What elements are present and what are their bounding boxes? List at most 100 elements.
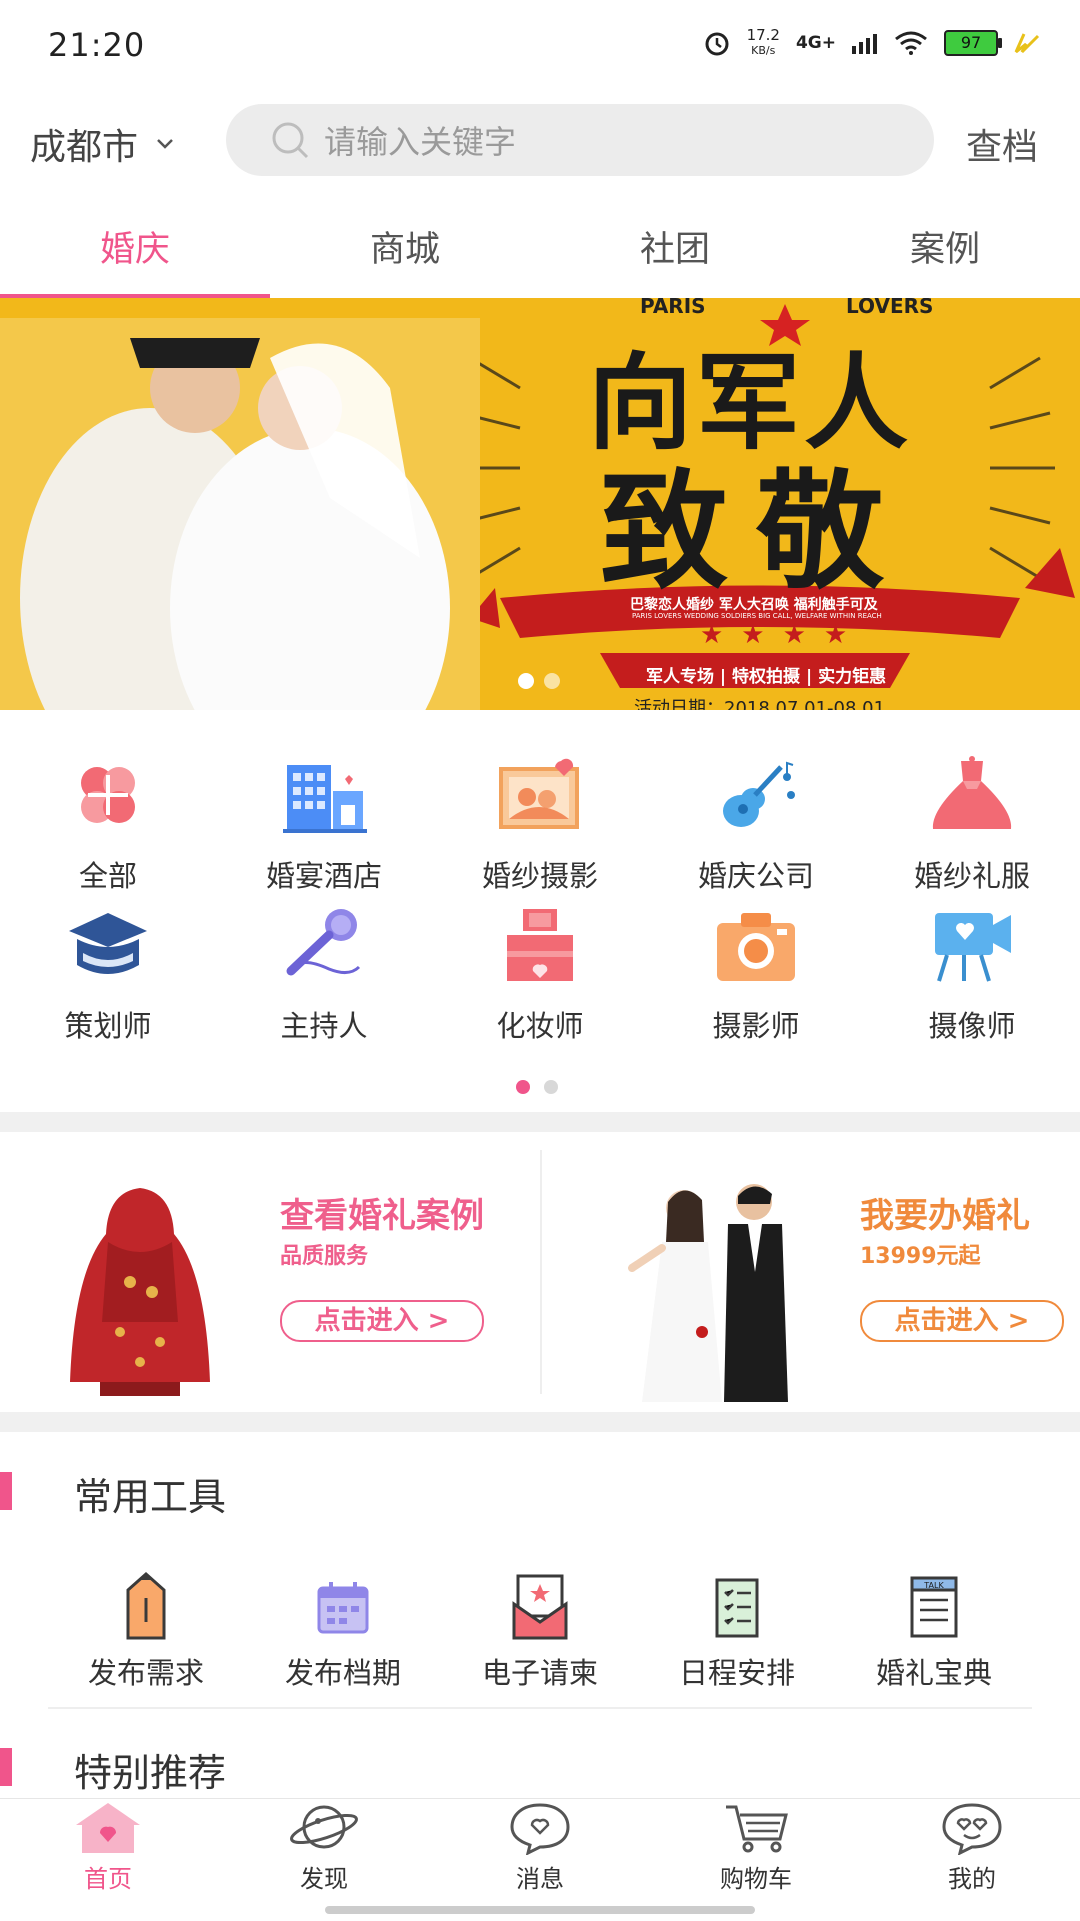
search-bar[interactable]: 请输入关键字 [226, 104, 934, 176]
battery-indicator: 97 [944, 30, 1002, 56]
category-videographer[interactable]: 摄像师 [864, 905, 1080, 1045]
alarm-icon [705, 32, 729, 56]
nav-label: 首页 [84, 1865, 132, 1893]
talk-book-icon: TALK [910, 1576, 958, 1638]
search-placeholder: 请输入关键字 [324, 123, 517, 161]
tool-post-request[interactable]: 发布需求 [46, 1570, 246, 1692]
nav-discover[interactable]: 发现 [216, 1799, 432, 1921]
nav-label: 消息 [516, 1865, 564, 1893]
tool-label: 发布档期 [284, 1656, 401, 1690]
banner-small-text: PARIS LOVERS WEDDING SOLDIERS BIG CALL, … [632, 612, 882, 620]
category-pager [516, 1080, 558, 1094]
banner-stars: ★★★★ [700, 620, 866, 650]
promo-wedding-button[interactable]: 点击进入 > [860, 1300, 1064, 1342]
home-icon [76, 1803, 140, 1853]
category-all[interactable]: 全部 [0, 755, 216, 895]
category-host[interactable]: 主持人 [216, 905, 432, 1045]
category-wedding-company[interactable]: 婚庆公司 [648, 755, 864, 895]
search-icon [272, 122, 309, 159]
section-divider [0, 1412, 1080, 1432]
tool-e-invitation[interactable]: 电子请柬 [440, 1570, 640, 1692]
camera-icon [717, 913, 795, 981]
nav-messages[interactable]: 消息 [432, 1799, 648, 1921]
tool-label: 电子请柬 [481, 1656, 598, 1690]
banner-headline-2: 致敬 [600, 458, 913, 607]
tab-wedding[interactable]: 婚庆 [0, 220, 270, 300]
category-pager-dot-1 [516, 1080, 530, 1094]
status-bar: 21:20 17.2 KB/s 4G+ 97 [0, 0, 1080, 95]
banner-dot-1 [518, 673, 534, 689]
charging-icon [1014, 33, 1040, 54]
nav-cart[interactable]: 购物车 [648, 1799, 864, 1921]
planet-icon [290, 1805, 358, 1849]
promo-cards: 查看婚礼案例 品质服务 点击进入 > 我要办婚礼 13999元起 点击进入 > [0, 1132, 1080, 1412]
promo-cases-subtitle: 品质服务 [280, 1244, 369, 1269]
promo-card-wedding[interactable]: 我要办婚礼 13999元起 点击进入 > [542, 1132, 1080, 1412]
category-banquet-hotel[interactable]: 婚宴酒店 [216, 755, 432, 895]
promo-card-cases[interactable]: 查看婚礼案例 品质服务 点击进入 > [0, 1132, 540, 1412]
bride-red-figure [70, 1188, 210, 1396]
tool-post-schedule[interactable]: 发布档期 [243, 1570, 443, 1692]
tool-schedule-plan[interactable]: 日程安排 [637, 1570, 837, 1692]
pencil-icon [126, 1571, 166, 1640]
top-tabs: 婚庆 商城 社团 案例 [0, 220, 1080, 300]
category-label: 摄像师 [928, 1009, 1016, 1043]
category-label: 婚纱礼服 [913, 859, 1030, 893]
recommend-section-title: 特别推荐 [74, 1751, 227, 1795]
category-wedding-dress[interactable]: 婚纱礼服 [864, 755, 1080, 895]
bottom-navigation: 首页 发现 消息 购物车 我的 [0, 1798, 1080, 1921]
category-label: 婚庆公司 [697, 859, 814, 893]
category-photographer[interactable]: 摄影师 [648, 905, 864, 1045]
profile-icon [942, 1803, 1002, 1856]
tool-label: 发布需求 [87, 1656, 204, 1690]
tool-label: 日程安排 [678, 1656, 795, 1690]
status-time: 21:20 [48, 26, 146, 64]
home-indicator[interactable] [325, 1906, 755, 1914]
tab-cases[interactable]: 案例 [810, 220, 1080, 300]
tool-label: 婚礼宝典 [875, 1656, 992, 1690]
tab-mall[interactable]: 商城 [270, 220, 540, 300]
tool-wedding-guide[interactable]: TALK 婚礼宝典 [834, 1570, 1034, 1692]
promo-cases-title: 查看婚礼案例 [280, 1196, 484, 1236]
chevron-down-icon [157, 139, 173, 149]
calendar-icon [317, 1582, 369, 1634]
section-divider [0, 1112, 1080, 1132]
banner-rays [0, 304, 1075, 710]
promo-wedding-title: 我要办婚礼 [860, 1196, 1030, 1236]
guitar-icon [723, 761, 795, 827]
category-pager-dot-2 [544, 1080, 558, 1094]
category-planner[interactable]: 策划师 [0, 905, 216, 1045]
section-marker [0, 1472, 12, 1510]
banner-lovers: LOVERS [846, 298, 934, 318]
section-marker [0, 1748, 12, 1786]
city-selector[interactable]: 成都市 [30, 118, 174, 170]
clover-icon [81, 767, 135, 823]
network-type: 4G+ [795, 33, 836, 53]
message-icon [510, 1803, 570, 1856]
wifi-icon [895, 31, 927, 55]
nav-label: 购物车 [720, 1865, 792, 1893]
banner-dot-2 [544, 673, 560, 689]
nav-label: 我的 [948, 1865, 996, 1893]
promo-cases-button[interactable]: 点击进入 > [280, 1300, 484, 1342]
svg-text:TALK: TALK [923, 1581, 944, 1590]
makeup-icon [507, 909, 573, 981]
banner-ribbon: 军人专场 | 特权拍摄 | 实力钜惠 [646, 667, 887, 687]
promo-banner[interactable]: PARIS LOVERS 向军人 致敬 巴黎恋人婚纱 军人大召唤 福利触手可及 … [0, 298, 1080, 710]
archive-lookup-button[interactable]: 查档 [966, 118, 1038, 170]
banner-paris: PARIS [640, 298, 706, 318]
category-label: 全部 [78, 859, 137, 893]
planner-hat-icon [69, 913, 147, 974]
city-label: 成都市 [30, 127, 139, 168]
category-wedding-photo[interactable]: 婚纱摄影 [432, 755, 648, 895]
nav-profile[interactable]: 我的 [864, 1799, 1080, 1921]
category-label: 策划师 [64, 1009, 152, 1043]
nav-home[interactable]: 首页 [0, 1799, 216, 1921]
category-makeup-artist[interactable]: 化妆师 [432, 905, 648, 1045]
tab-club[interactable]: 社团 [540, 220, 810, 300]
cart-icon [726, 1805, 788, 1853]
banner-date: 活动日期：2018.07.01-08.01 [634, 698, 886, 710]
photo-frame-icon [499, 758, 579, 829]
promo-wedding-subtitle: 13999元起 [860, 1244, 981, 1269]
net-speed-value: 17.2 [746, 26, 780, 44]
